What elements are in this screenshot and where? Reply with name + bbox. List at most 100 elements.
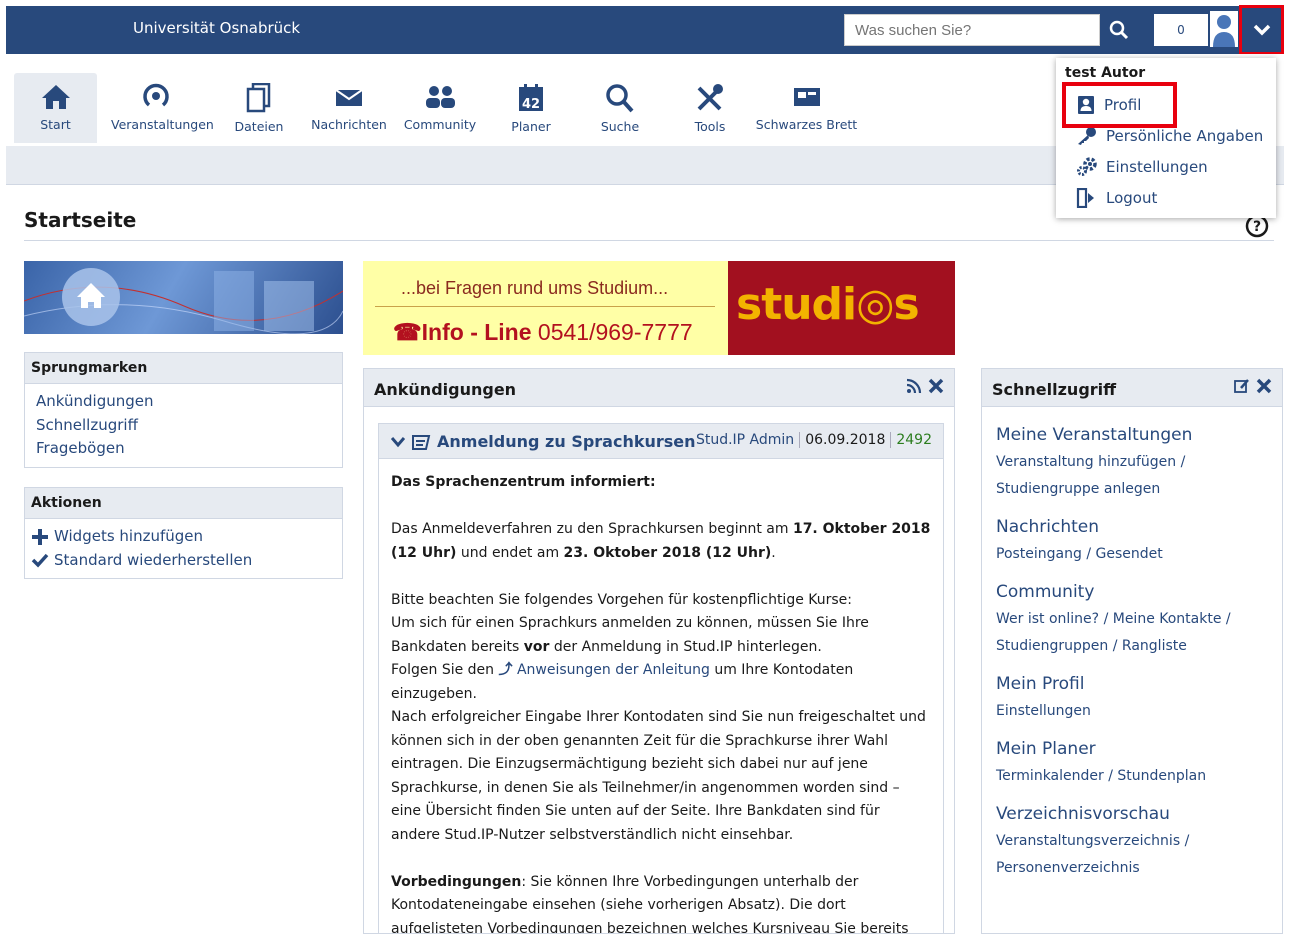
help-icon[interactable]: ? bbox=[1245, 214, 1269, 242]
nav-suche[interactable]: Suche bbox=[575, 73, 665, 143]
banner-info-prefix: Info - Line bbox=[421, 319, 532, 345]
search-icon bbox=[1109, 20, 1129, 40]
news-text: Bitte beachten Sie folgendes Vorgehen fü… bbox=[391, 591, 853, 608]
nav-planer[interactable]: 42 Planer bbox=[486, 73, 576, 143]
close-icon[interactable] bbox=[928, 378, 944, 394]
quick-link[interactable]: Personenverzeichnis bbox=[996, 860, 1140, 876]
external-link-icon: ⤴ bbox=[498, 662, 513, 678]
news-text: 23. Oktober 2018 (12 Uhr) bbox=[563, 544, 772, 561]
quick-section-title[interactable]: Mein Profil bbox=[996, 674, 1268, 694]
restore-default-action[interactable]: Standard wiederherstellen bbox=[31, 549, 336, 573]
nav-label: Veranstaltungen bbox=[111, 117, 214, 132]
quick-link[interactable]: Wer ist online? bbox=[996, 611, 1099, 627]
svg-text:?: ? bbox=[1253, 219, 1261, 235]
quick-section-title[interactable]: Nachrichten bbox=[996, 517, 1268, 537]
avatar[interactable] bbox=[1210, 11, 1238, 47]
quick-link[interactable]: Posteingang bbox=[996, 546, 1082, 562]
news-text: Das Anmeldeverfahren zu den Sprachkursen… bbox=[391, 521, 793, 537]
news-date: 06.09.2018 bbox=[799, 432, 890, 448]
quick-section-title[interactable]: Mein Planer bbox=[996, 739, 1268, 759]
quick-link[interactable]: Veranstaltung hinzufügen bbox=[996, 454, 1176, 470]
news-text: Nach erfolgreicher Eingabe Ihrer Kontoda… bbox=[391, 709, 926, 843]
key-icon bbox=[1078, 127, 1096, 145]
nav-label: Start bbox=[40, 117, 71, 132]
jump-link-ankuendigungen[interactable]: Ankündigungen bbox=[36, 390, 331, 414]
nav-dateien[interactable]: Dateien bbox=[214, 73, 304, 143]
banner-phone-number: 0541/969-7777 bbox=[537, 319, 693, 345]
quick-section-title[interactable]: Community bbox=[996, 582, 1268, 602]
news-item: Anmeldung zu Sprachkursen Stud.IP Admin … bbox=[378, 423, 944, 933]
nav-schwarzes-brett[interactable]: Schwarzes Brett bbox=[754, 73, 859, 143]
quick-link[interactable]: Meine Kontakte bbox=[1113, 611, 1222, 627]
news-icon bbox=[412, 435, 431, 450]
dropdown-username: test Autor bbox=[1065, 65, 1146, 81]
site-title[interactable]: Universität Osnabrück bbox=[133, 19, 300, 37]
jump-link-frageboegen[interactable]: Fragebögen bbox=[36, 437, 331, 461]
mail-icon bbox=[335, 89, 363, 106]
news-title[interactable]: Anmeldung zu Sprachkursen bbox=[437, 432, 696, 451]
nav-label: Dateien bbox=[234, 119, 284, 134]
svg-text:42: 42 bbox=[522, 97, 540, 112]
quick-link[interactable]: Einstellungen bbox=[996, 703, 1091, 719]
gear-icon bbox=[1077, 157, 1097, 176]
nav-community[interactable]: Community bbox=[395, 73, 485, 143]
notification-counter[interactable]: 0 bbox=[1154, 14, 1208, 46]
quick-link[interactable]: Stundenplan bbox=[1117, 768, 1206, 784]
menu-item-einstellungen[interactable]: Einstellungen bbox=[1076, 154, 1208, 180]
rss-icon[interactable] bbox=[906, 378, 922, 394]
edit-icon[interactable] bbox=[1234, 378, 1250, 394]
news-lead: Das Sprachenzentrum informiert: bbox=[391, 474, 656, 490]
jump-marks-box: Sprungmarken Ankündigungen Schnellzugrif… bbox=[24, 352, 343, 468]
nav-nachrichten[interactable]: Nachrichten bbox=[304, 73, 394, 143]
news-text: . bbox=[771, 544, 776, 561]
search-button[interactable] bbox=[1100, 14, 1138, 46]
instructions-link[interactable]: Anweisungen der Anleitung bbox=[517, 662, 710, 678]
quick-section-messages: Nachrichten Posteingang / Gesendet bbox=[996, 517, 1268, 568]
add-widgets-action[interactable]: Widgets hinzufügen bbox=[31, 525, 336, 549]
quick-link[interactable]: Studiengruppen bbox=[996, 638, 1108, 654]
quick-link[interactable]: Terminkalender bbox=[996, 768, 1104, 784]
close-icon[interactable] bbox=[1256, 378, 1272, 394]
top-bar: Universität Osnabrück 0 bbox=[6, 5, 1284, 55]
home-banner bbox=[24, 261, 343, 334]
quick-link[interactable]: Gesendet bbox=[1096, 546, 1163, 562]
news-body: Das Sprachenzentrum informiert: Das Anme… bbox=[379, 459, 943, 933]
user-menu-toggle[interactable] bbox=[1239, 5, 1284, 55]
nav-label: Suche bbox=[600, 119, 640, 134]
nav-tools[interactable]: Tools bbox=[665, 73, 755, 143]
studios-logo: studi◎s bbox=[736, 279, 920, 330]
search-input[interactable] bbox=[844, 14, 1100, 46]
quick-section-title[interactable]: Meine Veranstaltungen bbox=[996, 425, 1268, 445]
news-text: Vorbedingungen bbox=[391, 873, 522, 890]
menu-item-logout[interactable]: Logout bbox=[1076, 185, 1157, 211]
user-icon bbox=[1210, 11, 1238, 47]
chevron-down-icon[interactable] bbox=[391, 436, 405, 448]
menu-item-label: Persönliche Angaben bbox=[1106, 127, 1264, 145]
action-label: Standard wiederherstellen bbox=[54, 550, 253, 569]
banner-question: ...bei Fragen rund ums Studium... bbox=[401, 278, 669, 298]
quick-link[interactable]: Studiengruppe anlegen bbox=[996, 481, 1160, 497]
news-text: vor bbox=[523, 638, 550, 655]
announcements-widget: Ankündigungen Anmeldung zu Sprachkursen … bbox=[363, 368, 955, 934]
tools-icon bbox=[697, 84, 723, 111]
phone-icon: ☎ bbox=[393, 319, 422, 345]
files-icon bbox=[246, 83, 271, 113]
nav-veranstaltungen[interactable]: Veranstaltungen bbox=[111, 73, 214, 143]
news-author[interactable]: Stud.IP Admin bbox=[691, 432, 799, 448]
jump-link-schnellzugriff[interactable]: Schnellzugriff bbox=[36, 414, 331, 438]
home-icon bbox=[41, 85, 70, 109]
nav-label: Schwarzes Brett bbox=[755, 117, 858, 132]
divider bbox=[24, 240, 1274, 241]
studios-banner[interactable]: ...bei Fragen rund ums Studium... ☎Info … bbox=[363, 261, 955, 355]
quick-section-directory: Verzeichnisvorschau Veranstaltungsverzei… bbox=[996, 804, 1268, 882]
quick-link[interactable]: Rangliste bbox=[1122, 638, 1187, 654]
quick-section-title[interactable]: Verzeichnisvorschau bbox=[996, 804, 1268, 824]
nav-start[interactable]: Start bbox=[14, 73, 97, 143]
calendar-icon: 42 bbox=[519, 84, 543, 112]
chevron-down-icon bbox=[1253, 24, 1270, 36]
community-icon bbox=[426, 86, 455, 108]
nav-label: Nachrichten bbox=[311, 117, 387, 132]
quick-link[interactable]: Veranstaltungsverzeichnis bbox=[996, 833, 1180, 849]
actions-title: Aktionen bbox=[25, 488, 342, 519]
quick-section-community: Community Wer ist online? / Meine Kontak… bbox=[996, 582, 1268, 660]
